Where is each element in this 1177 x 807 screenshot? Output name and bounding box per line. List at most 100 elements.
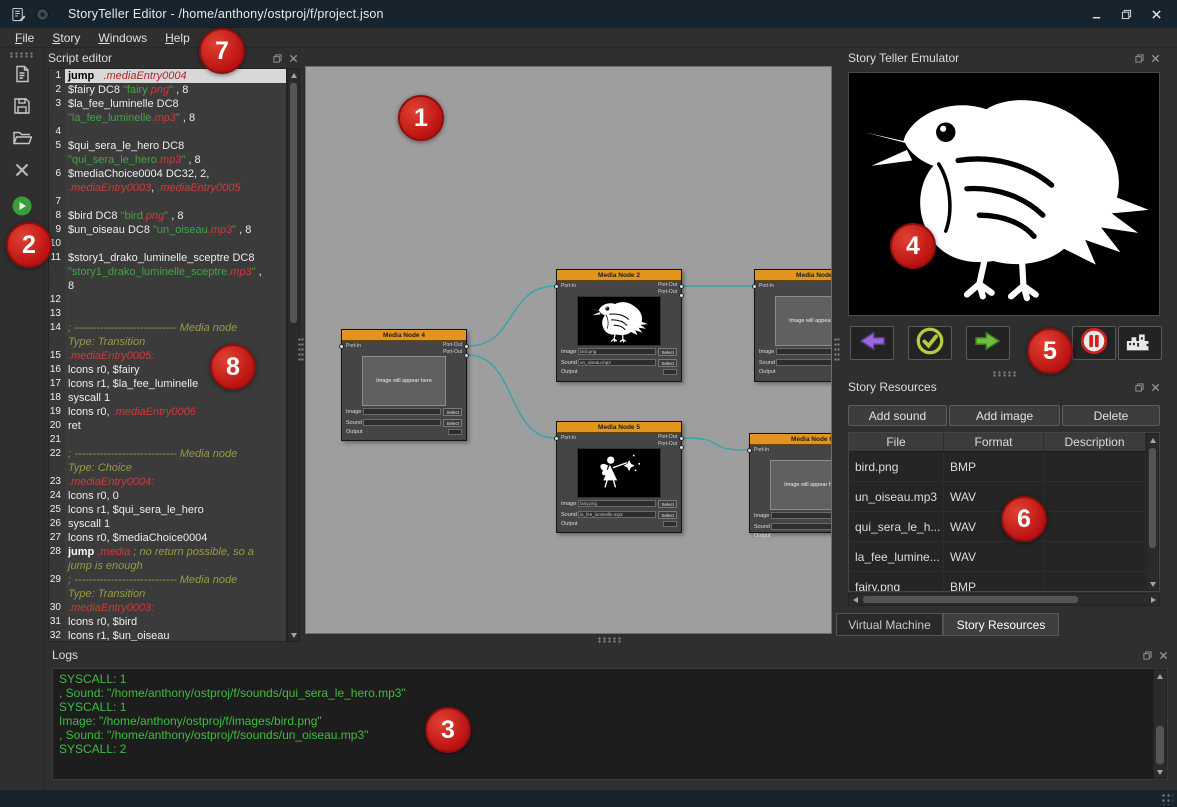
resources-vscrollbar[interactable] — [1146, 433, 1159, 591]
select-button[interactable]: Select — [443, 408, 462, 416]
code-line[interactable]: 3$la_fee_luminelle DC8 — [49, 97, 286, 111]
menu-windows[interactable]: Windows — [89, 30, 156, 46]
logs-scrollbar[interactable] — [1153, 669, 1167, 779]
code-line[interactable]: Type: Transition — [49, 587, 286, 601]
code-line[interactable]: 22; ---------------------------- Media n… — [49, 447, 286, 461]
code-line[interactable]: 30.mediaEntry0003: — [49, 601, 286, 615]
splitter-grip-right[interactable] — [834, 337, 840, 363]
field-value[interactable] — [771, 523, 832, 530]
output-value[interactable] — [663, 521, 677, 527]
code-line[interactable]: 8$bird DC8 "bird.png" , 8 — [49, 209, 286, 223]
code-line[interactable]: 9$un_oiseau DC8 "un_oiseau.mp3" , 8 — [49, 223, 286, 237]
table-row[interactable]: fairy.pngBMP — [849, 572, 1159, 592]
code-line[interactable]: 31lcons r0, $bird — [49, 615, 286, 629]
output-value[interactable] — [448, 429, 462, 435]
input-pin[interactable] — [752, 284, 757, 289]
menu-story[interactable]: Story — [43, 30, 89, 46]
select-button[interactable]: Select — [658, 359, 677, 367]
code-line[interactable]: 32lcons r1, $un_oiseau — [49, 629, 286, 642]
delete-resource-button[interactable]: Delete — [1062, 405, 1160, 426]
field-value[interactable]: la_fee_luminelle.mp3 — [578, 511, 656, 518]
logs-output[interactable]: SYSCALL: 1, Sound: "/home/anthony/ostpro… — [52, 668, 1168, 780]
menu-file[interactable]: File — [6, 30, 43, 46]
column-header-description[interactable]: Description — [1044, 433, 1146, 451]
media-node-node3[interactable]: Media Node 3Port-InPort-OutImage will ap… — [754, 269, 832, 382]
select-button[interactable]: Select — [658, 511, 677, 519]
code-line[interactable]: 27lcons r0, $mediaChoice0004 — [49, 531, 286, 545]
code-line[interactable]: Type: Choice — [49, 461, 286, 475]
code-line[interactable]: 21 — [49, 433, 286, 447]
next-button[interactable] — [966, 326, 1010, 360]
input-pin[interactable] — [554, 436, 559, 441]
close-panel-icon[interactable] — [1150, 53, 1160, 63]
resize-grip[interactable] — [1161, 793, 1173, 805]
code-line[interactable]: 6$mediaChoice0004 DC32, 2, — [49, 167, 286, 181]
node-canvas[interactable]: Media Node 4Port-InPort-OutPort-OutImage… — [305, 66, 832, 634]
table-row[interactable]: bird.pngBMP — [849, 452, 1159, 482]
output-pin[interactable] — [679, 445, 684, 450]
input-pin[interactable] — [747, 448, 752, 453]
output-value[interactable] — [663, 369, 677, 375]
code-line[interactable]: "la_fee_luminelle.mp3" , 8 — [49, 111, 286, 125]
output-pin[interactable] — [679, 436, 684, 441]
field-value[interactable] — [776, 348, 832, 355]
close-panel-icon[interactable] — [1150, 382, 1160, 392]
select-button[interactable]: Select — [658, 348, 677, 356]
float-panel-icon[interactable] — [1142, 650, 1152, 660]
code-line[interactable]: 23.mediaEntry0004: — [49, 475, 286, 489]
field-value[interactable] — [771, 512, 832, 519]
resources-hscrollbar[interactable] — [848, 593, 1160, 606]
code-line[interactable]: 20ret — [49, 419, 286, 433]
code-line[interactable]: 18syscall 1 — [49, 391, 286, 405]
input-pin[interactable] — [339, 344, 344, 349]
code-line[interactable]: 2$fairy DC8 "fairy.png" , 8 — [49, 83, 286, 97]
code-line[interactable]: 1jump .mediaEntry0004 — [49, 69, 286, 83]
minimize-button[interactable] — [1085, 5, 1107, 23]
media-node-node4[interactable]: Media Node 4Port-InPort-OutPort-OutImage… — [341, 329, 467, 441]
splitter-grip-dock[interactable] — [992, 371, 1018, 377]
toolbar-grip[interactable] — [9, 52, 35, 58]
field-value[interactable] — [363, 419, 441, 426]
code-line[interactable]: 14; ---------------------------- Media n… — [49, 321, 286, 335]
media-node-node6[interactable]: Media Node 6Port-InPort-OutImage will ap… — [749, 433, 832, 533]
code-line[interactable]: 29; ---------------------------- Media n… — [49, 573, 286, 587]
run-button[interactable] — [8, 194, 36, 222]
tab-virtual-machine[interactable]: Virtual Machine — [836, 613, 943, 636]
code-line[interactable]: Type: Transition — [49, 335, 286, 349]
select-button[interactable]: Select — [443, 419, 462, 427]
delete-button[interactable] — [8, 158, 36, 186]
code-line[interactable]: 25lcons r1, $qui_sera_le_hero — [49, 503, 286, 517]
code-line[interactable]: 8 — [49, 279, 286, 293]
media-node-node2[interactable]: Media Node 2Port-InPort-OutPort-OutImage… — [556, 269, 682, 382]
close-panel-icon[interactable] — [1158, 650, 1168, 660]
code-line[interactable]: .mediaEntry0003, .mediaEntry0005 — [49, 181, 286, 195]
close-button[interactable] — [1145, 5, 1167, 23]
code-line[interactable]: 4 — [49, 125, 286, 139]
output-pin[interactable] — [464, 344, 469, 349]
code-line[interactable]: "story1_drako_luminelle_sceptre.mp3" , — [49, 265, 286, 279]
input-pin[interactable] — [554, 284, 559, 289]
splitter-grip-bottom[interactable] — [597, 637, 623, 643]
table-row[interactable]: la_fee_lumine...WAV — [849, 542, 1159, 572]
add-image-button[interactable]: Add image — [949, 405, 1060, 426]
code-line[interactable]: 28jump .media ; no return possible, so a — [49, 545, 286, 559]
field-value[interactable]: un_oiseau.mp3 — [578, 359, 656, 366]
code-line[interactable]: 11$story1_drako_luminelle_sceptre DC8 — [49, 251, 286, 265]
field-value[interactable]: fairy.png — [578, 500, 656, 507]
validate-button[interactable] — [908, 326, 952, 360]
column-header-format[interactable]: Format — [944, 433, 1044, 451]
output-pin[interactable] — [679, 293, 684, 298]
code-line[interactable]: 13 — [49, 307, 286, 321]
select-button[interactable]: Select — [658, 500, 677, 508]
save-button[interactable] — [8, 94, 36, 122]
code-line[interactable]: 26syscall 1 — [49, 517, 286, 531]
field-value[interactable]: bird.png — [578, 348, 656, 355]
tab-story-resources[interactable]: Story Resources — [943, 613, 1059, 636]
code-line[interactable]: jump is enough — [49, 559, 286, 573]
home-button[interactable] — [1118, 326, 1162, 360]
close-panel-icon[interactable] — [288, 53, 298, 63]
float-panel-icon[interactable] — [1134, 382, 1144, 392]
field-value[interactable] — [363, 408, 441, 415]
add-sound-button[interactable]: Add sound — [848, 405, 947, 426]
open-button[interactable] — [8, 126, 36, 154]
